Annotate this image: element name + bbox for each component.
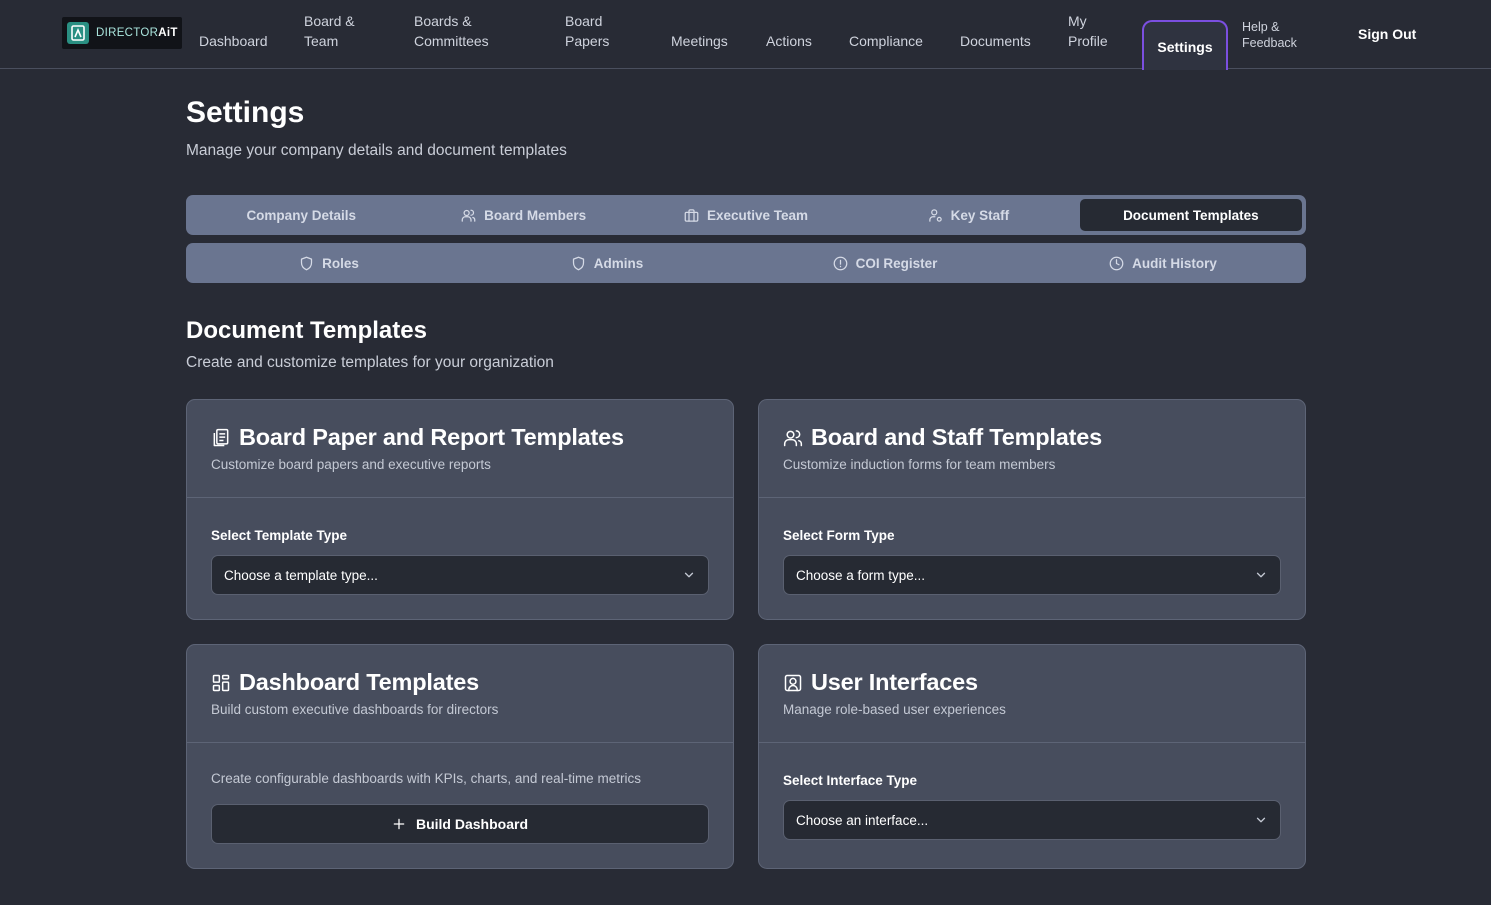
tab-label: Executive Team: [706, 207, 809, 223]
card-header: Board Paper and Report Templates Customi…: [187, 400, 733, 498]
tab-label: Key Staff: [950, 207, 1010, 223]
tab-label: Roles: [322, 255, 359, 271]
template-type-label: Select Template Type: [211, 528, 348, 543]
tab-audit-history[interactable]: Audit History: [1024, 247, 1302, 279]
card-board-staff-templates: Board and Staff Templates Customize indu…: [758, 399, 1306, 620]
shield-icon: [300, 256, 313, 270]
plus-icon: [393, 818, 405, 830]
page-title: Settings: [186, 96, 305, 129]
nav-board-papers[interactable]: Board Papers: [565, 11, 609, 51]
nav-documents[interactable]: Documents: [960, 31, 1031, 51]
nav-boards-committees[interactable]: Boards & Committees: [414, 11, 489, 51]
tab-label: COI Register: [855, 255, 938, 271]
nav-actions[interactable]: Actions: [766, 31, 812, 51]
nav-board-papers-line1: Board: [565, 13, 603, 29]
nav-my-profile-line2: Profile: [1068, 33, 1108, 49]
nav-board-team[interactable]: Board & Team: [304, 11, 355, 51]
settings-tabs-secondary: Roles Admins COI Register Audit History: [186, 243, 1306, 283]
interface-type-select[interactable]: Choose an interface...: [783, 800, 1281, 840]
form-type-label: Select Form Type: [783, 528, 895, 543]
nav-boards-committees-line1: Boards &: [414, 13, 472, 29]
logo-mark-icon: [67, 22, 89, 44]
nav-compliance[interactable]: Compliance: [849, 31, 923, 51]
nav-settings[interactable]: Settings: [1142, 20, 1228, 70]
section-title: Document Templates: [186, 317, 427, 344]
user-cog-icon: [928, 208, 942, 222]
card-header: User Interfaces Manage role-based user e…: [759, 645, 1305, 743]
tab-executive-team[interactable]: Executive Team: [635, 199, 857, 231]
chevron-down-icon: [684, 572, 694, 578]
tab-label: Company Details: [246, 207, 356, 223]
chevron-down-icon: [1256, 572, 1266, 578]
nav-my-profile[interactable]: My Profile: [1068, 11, 1108, 51]
nav-help-feedback[interactable]: Help & Feedback: [1242, 19, 1297, 51]
clock-icon: [1109, 256, 1124, 270]
users-icon: [461, 209, 476, 222]
select-value: Choose a form type...: [796, 567, 926, 583]
card-subtitle: Customize induction forms for team membe…: [783, 457, 1056, 472]
section-subtitle: Create and customize templates for your …: [186, 354, 554, 371]
tab-key-staff[interactable]: Key Staff: [857, 199, 1079, 231]
chevron-down-icon: [1256, 817, 1266, 823]
card-title-text: Board and Staff Templates: [811, 424, 1102, 450]
card-header: Dashboard Templates Build custom executi…: [187, 645, 733, 743]
card-title: Dashboard Templates: [211, 669, 479, 696]
card-title-text: Dashboard Templates: [239, 669, 479, 695]
briefcase-icon: [684, 208, 699, 222]
card-title-text: Board Paper and Report Templates: [239, 424, 624, 450]
users-icon: [783, 429, 803, 446]
tab-board-members[interactable]: Board Members: [412, 199, 634, 231]
build-dashboard-button[interactable]: Build Dashboard: [211, 804, 709, 844]
nav-boards-committees-line2: Committees: [414, 33, 489, 49]
page-subtitle: Manage your company details and document…: [186, 142, 567, 159]
nav-board-team-line1: Board &: [304, 13, 355, 29]
card-description: Create configurable dashboards with KPIs…: [211, 771, 641, 786]
nav-meetings[interactable]: Meetings: [671, 31, 728, 51]
card-dashboard-templates: Dashboard Templates Build custom executi…: [186, 644, 734, 869]
template-type-select[interactable]: Choose a template type...: [211, 555, 709, 595]
card-title: Board Paper and Report Templates: [211, 424, 624, 451]
nav-board-papers-line2: Papers: [565, 33, 610, 49]
form-type-select[interactable]: Choose a form type...: [783, 555, 1281, 595]
logo-text: DIRECTORAiT: [96, 27, 178, 39]
nav-help-feedback-line1: Help &: [1242, 20, 1280, 34]
user-square-icon: [784, 674, 802, 691]
nav-help-feedback-line2: Feedback: [1242, 36, 1297, 50]
tab-roles[interactable]: Roles: [190, 247, 468, 279]
nav-dashboard[interactable]: Dashboard: [199, 31, 268, 51]
card-title: User Interfaces: [783, 669, 978, 696]
card-subtitle: Build custom executive dashboards for di…: [211, 702, 499, 717]
nav-my-profile-line1: My: [1068, 13, 1087, 29]
tab-coi-register[interactable]: COI Register: [746, 247, 1024, 279]
card-user-interfaces: User Interfaces Manage role-based user e…: [758, 644, 1306, 869]
card-board-paper-templates: Board Paper and Report Templates Customi…: [186, 399, 734, 620]
card-header: Board and Staff Templates Customize indu…: [759, 400, 1305, 498]
brand-logo[interactable]: DIRECTORAiT: [62, 17, 182, 49]
tab-label: Document Templates: [1123, 207, 1259, 223]
tab-label: Audit History: [1132, 255, 1217, 271]
settings-tabs-primary: Company Details Board Members Executive …: [186, 195, 1306, 235]
select-value: Choose a template type...: [224, 567, 378, 583]
select-value: Choose an interface...: [796, 812, 929, 828]
top-navigation: DIRECTORAiT Dashboard Board & Team Board…: [0, 0, 1491, 70]
sign-out-button[interactable]: Sign Out: [1358, 24, 1416, 44]
card-title-text: User Interfaces: [811, 669, 978, 695]
shield-icon: [572, 256, 584, 270]
card-title: Board and Staff Templates: [783, 424, 1102, 451]
document-stack-icon: [213, 428, 229, 446]
nav-board-team-line2: Team: [304, 33, 339, 49]
tab-document-templates[interactable]: Document Templates: [1079, 199, 1303, 231]
card-subtitle: Customize board papers and executive rep…: [211, 457, 491, 472]
tab-label: Board Members: [484, 207, 587, 223]
alert-circle-icon: [833, 256, 847, 270]
grid-layout-icon: [212, 674, 230, 691]
tab-admins[interactable]: Admins: [468, 247, 746, 279]
interface-type-label: Select Interface Type: [783, 773, 918, 788]
button-label: Build Dashboard: [415, 816, 528, 832]
tab-company-details[interactable]: Company Details: [190, 199, 412, 231]
card-subtitle: Manage role-based user experiences: [783, 702, 1006, 717]
tab-label: Admins: [593, 255, 644, 271]
